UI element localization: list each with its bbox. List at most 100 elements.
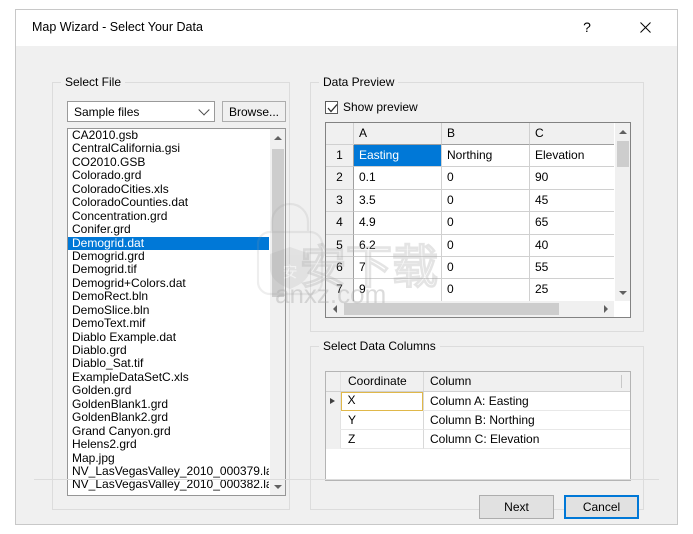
preview-cell[interactable]: 0 (442, 167, 530, 190)
file-list-item[interactable]: Colorado.grd (68, 168, 270, 182)
columns-data-row[interactable]: X Column A: Easting (326, 392, 630, 411)
column-mapping-cell[interactable]: Column C: Elevation (423, 430, 630, 449)
coordinate-cell[interactable]: X (341, 392, 423, 411)
help-button[interactable]: ? (565, 10, 609, 44)
file-list-item[interactable]: Demogrid.grd (68, 249, 270, 263)
preview-cell[interactable]: 0 (442, 189, 530, 213)
preview-cell[interactable]: 7 (354, 256, 442, 280)
coordinate-cell[interactable]: Y (341, 411, 423, 430)
cancel-button[interactable]: Cancel (564, 495, 639, 519)
preview-cell[interactable]: 3.5 (354, 189, 442, 213)
file-list-item[interactable]: CA2010.gsb (68, 129, 270, 142)
preview-row-header[interactable]: 2 (326, 167, 354, 190)
file-list-item[interactable]: Demogrid.dat (68, 236, 269, 250)
preview-column-header[interactable]: C (530, 123, 614, 145)
file-listbox[interactable]: CA2010.gsb CentralCalifornia.gsi CO2010.GS… (67, 128, 286, 496)
data-columns-grid[interactable]: Coordinate Column X Column A: Easting Y Colum… (325, 371, 631, 481)
preview-cell[interactable]: 90 (530, 167, 614, 190)
file-list-item[interactable]: Demogrid.tif (68, 262, 270, 276)
preview-cell[interactable]: 0 (442, 234, 530, 257)
next-button[interactable]: Next (479, 495, 554, 519)
preview-row-header[interactable]: 6 (326, 256, 354, 280)
scroll-right-arrow-icon[interactable] (597, 301, 614, 317)
window-title: Map Wizard - Select Your Data (32, 20, 203, 34)
file-list-item[interactable]: NV_LasVegasValley_2010_000379.laz (68, 464, 270, 478)
file-list-item[interactable]: Diablo_Sat.tif (68, 356, 270, 370)
row-selector-cell[interactable] (326, 411, 341, 430)
preview-cell[interactable]: 25 (530, 279, 614, 301)
preview-column-header[interactable]: B (442, 123, 530, 145)
scrollbar-thumb[interactable] (272, 149, 284, 297)
file-list-item[interactable]: NV_LasVegasValley_2010_000382.laz (68, 477, 270, 491)
checkbox-box[interactable] (325, 100, 338, 114)
file-list-items[interactable]: CA2010.gsb CentralCalifornia.gsi CO2010.GS… (68, 129, 270, 495)
scroll-down-arrow-icon[interactable] (615, 284, 630, 301)
data-preview-group: Data Preview Show preview A B C 1 Easting Nor… (310, 75, 644, 332)
preview-cell[interactable]: 55 (530, 256, 614, 280)
file-list-item[interactable]: Diablo.grd (68, 343, 270, 357)
coordinate-cell[interactable]: Z (341, 430, 423, 449)
file-list-item[interactable]: ColoradoCounties.dat (68, 195, 270, 209)
column-mapping-cell[interactable]: Column A: Easting (423, 392, 630, 411)
file-list-item[interactable]: Helens2.grd (68, 437, 270, 451)
scroll-up-arrow-icon[interactable] (615, 123, 630, 140)
preview-cell[interactable]: 65 (530, 212, 614, 235)
scroll-down-arrow-icon[interactable] (270, 478, 285, 495)
columns-header-cell[interactable]: Column (423, 372, 630, 391)
file-list-item[interactable]: DemoRect.bln (68, 289, 270, 303)
row-selector-cell[interactable] (326, 392, 341, 411)
file-list-item[interactable]: Demogrid+Colors.dat (68, 276, 270, 290)
preview-row-header[interactable]: 3 (326, 189, 354, 213)
preview-cell[interactable]: 9 (354, 279, 442, 301)
file-list-item[interactable]: ExampleDataSetC.xls (68, 370, 270, 384)
preview-horizontal-scrollbar[interactable] (326, 301, 614, 317)
preview-cell[interactable]: 0.1 (354, 167, 442, 190)
file-list-item[interactable]: ColoradoCities.xls (68, 182, 270, 196)
show-preview-checkbox[interactable]: Show preview (325, 100, 418, 114)
close-button[interactable] (623, 10, 667, 44)
file-list-item[interactable]: CentralCalifornia.gsi (68, 141, 270, 155)
preview-row-header[interactable]: 5 (326, 234, 354, 257)
sample-files-combobox[interactable]: Sample files (67, 101, 215, 122)
preview-cell[interactable]: 45 (530, 189, 614, 213)
column-mapping-cell[interactable]: Column B: Northing (423, 411, 630, 430)
columns-data-row[interactable]: Z Column C: Elevation (326, 430, 630, 449)
preview-cell[interactable]: Northing (442, 145, 530, 168)
data-preview-grid[interactable]: A B C 1 Easting Northing Elevation 2 0.1 0 90 3 3.5 0… (325, 122, 631, 318)
file-list-item[interactable]: Concentration.grd (68, 209, 270, 223)
file-list-item[interactable]: GoldenBlank2.grd (68, 410, 270, 424)
scroll-left-arrow-icon[interactable] (326, 301, 343, 317)
preview-cell[interactable]: 40 (530, 234, 614, 257)
preview-cell[interactable]: 6.2 (354, 234, 442, 257)
file-list-vertical-scrollbar[interactable] (269, 129, 285, 495)
preview-cell[interactable]: 0 (442, 256, 530, 280)
scrollbar-thumb[interactable] (617, 141, 629, 167)
preview-cell[interactable]: Elevation (530, 145, 614, 168)
file-list-item[interactable]: CO2010.GSB (68, 155, 270, 169)
preview-cell[interactable]: Easting (354, 145, 442, 168)
preview-row-header[interactable]: 4 (326, 212, 354, 235)
scrollbar-thumb[interactable] (344, 303, 559, 315)
preview-cell[interactable]: 0 (442, 212, 530, 235)
file-list-item[interactable]: Grand Canyon.grd (68, 424, 270, 438)
file-list-item[interactable]: DemoText.mif (68, 316, 270, 330)
column-resize-handle[interactable] (621, 375, 622, 388)
file-list-item[interactable]: Map.jpg (68, 451, 270, 465)
preview-row-header[interactable]: 7 (326, 279, 354, 301)
file-list-item[interactable]: GoldenBlank1.grd (68, 397, 270, 411)
file-list-item[interactable]: Diablo Example.dat (68, 330, 270, 344)
row-selector-cell[interactable] (326, 430, 341, 449)
scroll-up-arrow-icon[interactable] (270, 129, 285, 146)
columns-data-row[interactable]: Y Column B: Northing (326, 411, 630, 430)
preview-cell[interactable]: 0 (442, 279, 530, 301)
preview-corner-cell[interactable] (326, 123, 354, 145)
file-list-item[interactable]: Golden.grd (68, 383, 270, 397)
file-list-item[interactable]: Conifer.grd (68, 222, 270, 236)
preview-vertical-scrollbar[interactable] (614, 123, 630, 301)
columns-header-cell[interactable]: Coordinate (341, 372, 423, 391)
preview-column-header[interactable]: A (354, 123, 442, 145)
preview-cell[interactable]: 4.9 (354, 212, 442, 235)
preview-row-header[interactable]: 1 (326, 145, 354, 168)
browse-button[interactable]: Browse... (222, 101, 286, 122)
file-list-item[interactable]: DemoSlice.bln (68, 303, 270, 317)
